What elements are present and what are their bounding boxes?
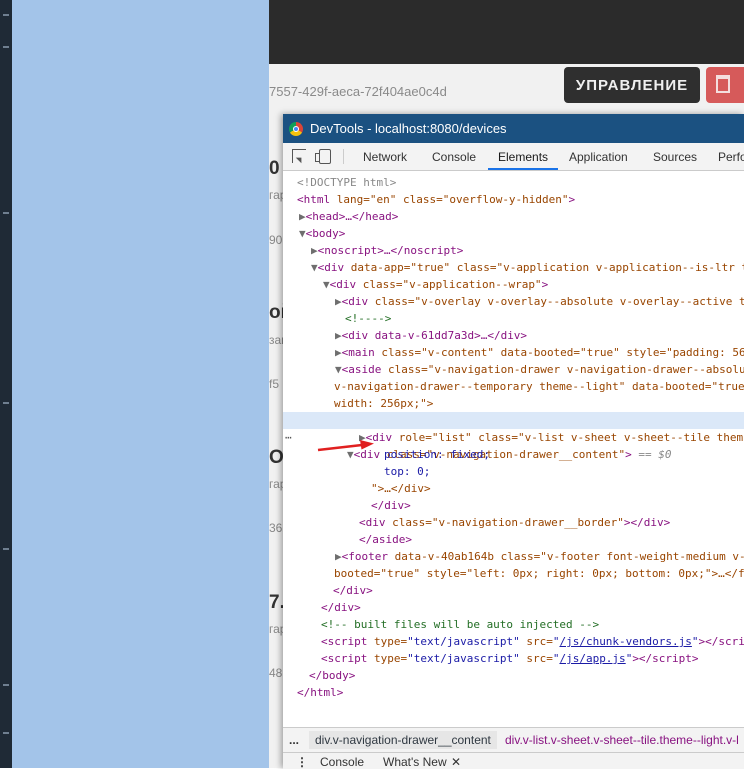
device-name-fragment: 0 bbox=[269, 158, 280, 179]
dom-line-footer[interactable]: ▶<footer data-v-40ab164b class="v-footer… bbox=[335, 548, 744, 565]
breadcrumb-item[interactable]: div.v-navigation-drawer__content bbox=[309, 731, 497, 749]
device-id-fragment: f5 bbox=[269, 377, 280, 391]
dom-line-doctype[interactable]: <!DOCTYPE html> bbox=[297, 174, 396, 191]
collapsed-triangle-icon[interactable]: ▶ bbox=[311, 244, 318, 257]
devtools-titlebar[interactable]: DevTools - localhost:8080/devices bbox=[283, 114, 744, 143]
collapsed-triangle-icon[interactable]: ▶ bbox=[299, 210, 306, 223]
expanded-triangle-icon[interactable]: ▼ bbox=[323, 278, 330, 291]
dom-line-list[interactable]: ▶<div role="list" class="v-list v-sheet … bbox=[359, 429, 743, 446]
dom-line-div-close: </div> bbox=[333, 584, 373, 597]
tab-network[interactable]: Network bbox=[363, 143, 407, 170]
dom-line-list-close: ">…</div> bbox=[371, 482, 431, 495]
dom-line-script-app[interactable]: <script type="text/javascript" src="/js/… bbox=[321, 650, 699, 667]
collapsed-triangle-icon[interactable]: ▶ bbox=[335, 550, 342, 563]
dom-line-div-data-v[interactable]: ▶<div data-v-61dd7a3d>…</div> bbox=[335, 327, 527, 344]
device-toolbar-icon[interactable] bbox=[315, 149, 331, 164]
device-id-text: 7557-429f-aeca-72f404ae0c4d bbox=[269, 84, 447, 99]
dom-line-div-close: </div> bbox=[371, 499, 411, 512]
devtools-drawer-tabs: ⋮ Console What's New ✕ bbox=[283, 752, 744, 769]
dom-line-main[interactable]: ▶<main class="v-content" data-booted="tr… bbox=[335, 344, 744, 361]
devtools-tabbar: Network Console Elements Application Sou… bbox=[283, 143, 744, 171]
drawer-tab-console[interactable]: Console bbox=[320, 755, 364, 769]
devtools-title: DevTools - localhost:8080/devices bbox=[310, 121, 507, 136]
dom-line-selected[interactable]: ⋯ ▼<div class="v-navigation-drawer__cont… bbox=[283, 412, 744, 461]
dom-line-style-top: top: 0; bbox=[384, 465, 431, 478]
dom-line-aside-close: </aside> bbox=[359, 533, 412, 546]
dom-line-border[interactable]: <div class="v-navigation-drawer__border"… bbox=[359, 514, 670, 531]
expanded-triangle-icon[interactable]: ▼ bbox=[335, 363, 342, 376]
collapsed-triangle-icon[interactable]: ▶ bbox=[335, 295, 342, 308]
tab-elements[interactable]: Elements bbox=[488, 143, 559, 170]
chrome-icon bbox=[289, 121, 303, 136]
trash-icon bbox=[716, 75, 730, 93]
device-id-fragment: 48 bbox=[269, 666, 283, 680]
dom-line-body-close: </body> bbox=[309, 669, 356, 682]
dom-line-div-overlay[interactable]: ▶<div class="v-overlay v-overlay--absolu… bbox=[335, 293, 744, 310]
breadcrumb-more[interactable]: ... bbox=[289, 733, 299, 747]
dom-line-noscript[interactable]: ▶<noscript>…</noscript> bbox=[311, 242, 463, 259]
drawer-menu-icon[interactable]: ⋮ bbox=[296, 755, 308, 769]
dom-line-comment-injected[interactable]: <!-- built files will be auto injected -… bbox=[321, 616, 599, 633]
dom-line-aside-cont: v-navigation-drawer--temporary theme--li… bbox=[334, 380, 744, 393]
dom-line-head[interactable]: ▶<head>…</head> bbox=[299, 208, 398, 225]
expanded-triangle-icon[interactable]: ▼ bbox=[311, 261, 318, 274]
tab-sources[interactable]: Sources bbox=[653, 143, 697, 170]
dom-line-aside[interactable]: ▼<aside class="v-navigation-drawer v-nav… bbox=[335, 361, 744, 378]
tab-performance[interactable]: Perfo bbox=[718, 143, 744, 170]
dom-line-body[interactable]: ▼<body> bbox=[299, 225, 345, 242]
close-icon[interactable]: ✕ bbox=[451, 755, 461, 769]
breadcrumb-item[interactable]: div.v-list.v-sheet.v-sheet--tile.theme--… bbox=[505, 733, 739, 747]
device-id-fragment: 90 bbox=[269, 233, 283, 247]
expanded-triangle-icon[interactable]: ▼ bbox=[299, 227, 306, 240]
dom-line-div-wrap[interactable]: ▼<div class="v-application--wrap"> bbox=[323, 276, 548, 293]
collapsed-triangle-icon[interactable]: ▶ bbox=[335, 329, 342, 342]
tab-application[interactable]: Application bbox=[569, 143, 628, 170]
tab-console[interactable]: Console bbox=[432, 143, 476, 170]
dom-line-div-close: </div> bbox=[321, 601, 361, 614]
dom-line-footer-cont: booted="true" style="left: 0px; right: 0… bbox=[334, 567, 744, 580]
navigation-drawer-overlay[interactable] bbox=[12, 0, 269, 768]
elements-breadcrumb: ... div.v-navigation-drawer__content div… bbox=[283, 727, 744, 752]
desktop-strip bbox=[0, 0, 12, 768]
dom-line-comment[interactable]: <!----> bbox=[345, 310, 391, 327]
red-arrow-annotation bbox=[317, 440, 374, 452]
script-src-link[interactable]: /js/app.js bbox=[559, 652, 625, 665]
more-options-icon[interactable]: ⋯ bbox=[285, 429, 292, 446]
collapsed-triangle-icon[interactable]: ▶ bbox=[335, 346, 342, 359]
delete-button[interactable] bbox=[706, 67, 744, 103]
dom-line-script-vendors[interactable]: <script type="text/javascript" src="/js/… bbox=[321, 633, 744, 650]
dom-line-aside-cont: width: 256px;"> bbox=[334, 397, 434, 410]
dom-line-style-position: position: fixed; bbox=[384, 448, 490, 461]
dom-line-html-close: </html> bbox=[297, 686, 344, 699]
manage-button[interactable]: УПРАВЛЕНИЕ bbox=[564, 67, 700, 103]
devtools-window: DevTools - localhost:8080/devices Networ… bbox=[283, 114, 744, 769]
dom-line-html[interactable]: <html lang="en" class="overflow-y-hidden… bbox=[297, 191, 575, 208]
inspect-element-icon[interactable] bbox=[292, 149, 306, 163]
script-src-link[interactable]: /js/chunk-vendors.js bbox=[559, 635, 691, 648]
app-header bbox=[269, 0, 744, 64]
dom-line-div-app[interactable]: ▼<div data-app="true" class="v-applicati… bbox=[311, 259, 744, 276]
drawer-tab-whats-new[interactable]: What's New bbox=[383, 755, 447, 769]
toolbar-divider bbox=[343, 149, 344, 164]
